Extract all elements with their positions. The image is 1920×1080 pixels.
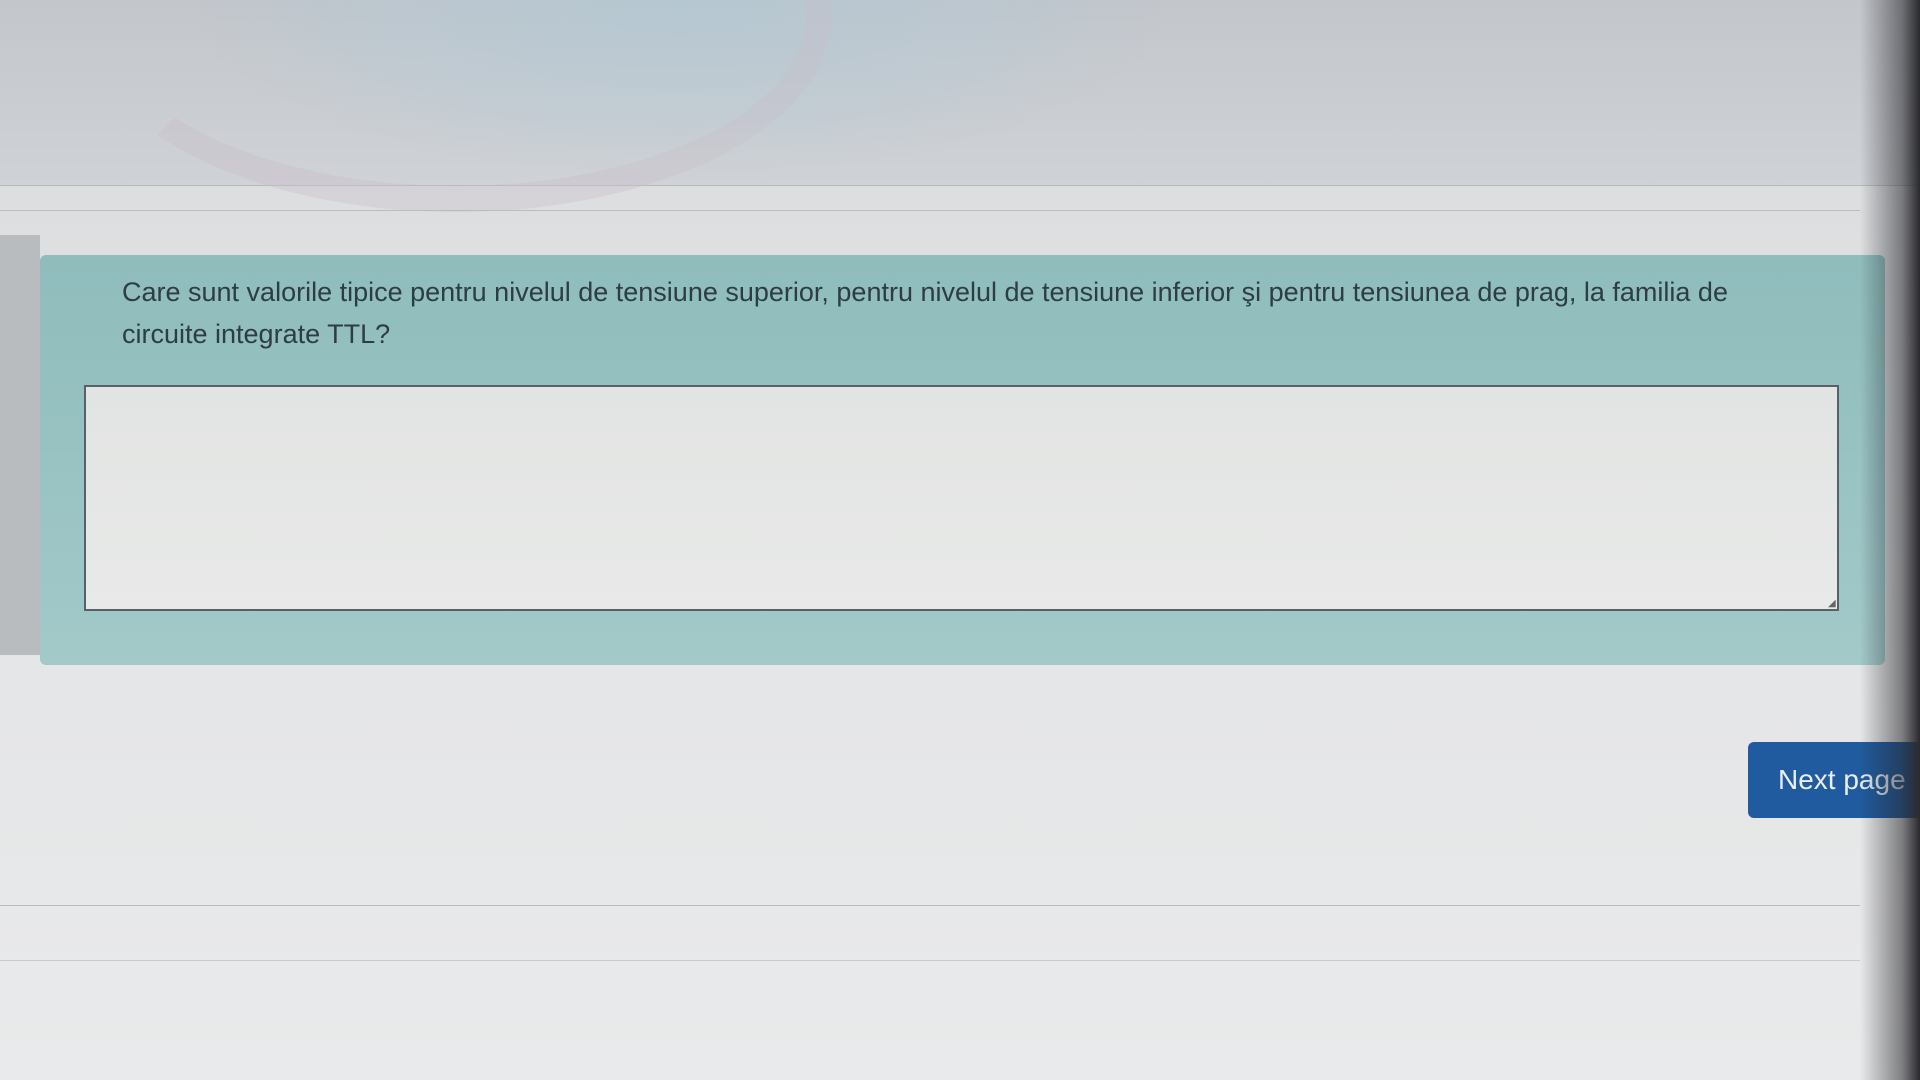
question-card: Care sunt valorile tipice pentru nivelul… [40, 255, 1885, 665]
resize-handle-icon[interactable]: ◢ [1828, 599, 1838, 609]
section-divider [0, 210, 1860, 211]
question-text: Care sunt valorile tipice pentru nivelul… [122, 277, 1728, 349]
footer-divider-secondary [0, 960, 1860, 961]
header-decoration-arc [80, 0, 832, 212]
answer-textarea[interactable] [84, 385, 1839, 611]
left-sidebar-edge [0, 235, 40, 655]
page-header-banner [0, 0, 1920, 212]
footer-divider [0, 905, 1860, 906]
quiz-page: Care sunt valorile tipice pentru nivelul… [0, 0, 1920, 1080]
screen-bezel-edge [1860, 0, 1920, 1080]
